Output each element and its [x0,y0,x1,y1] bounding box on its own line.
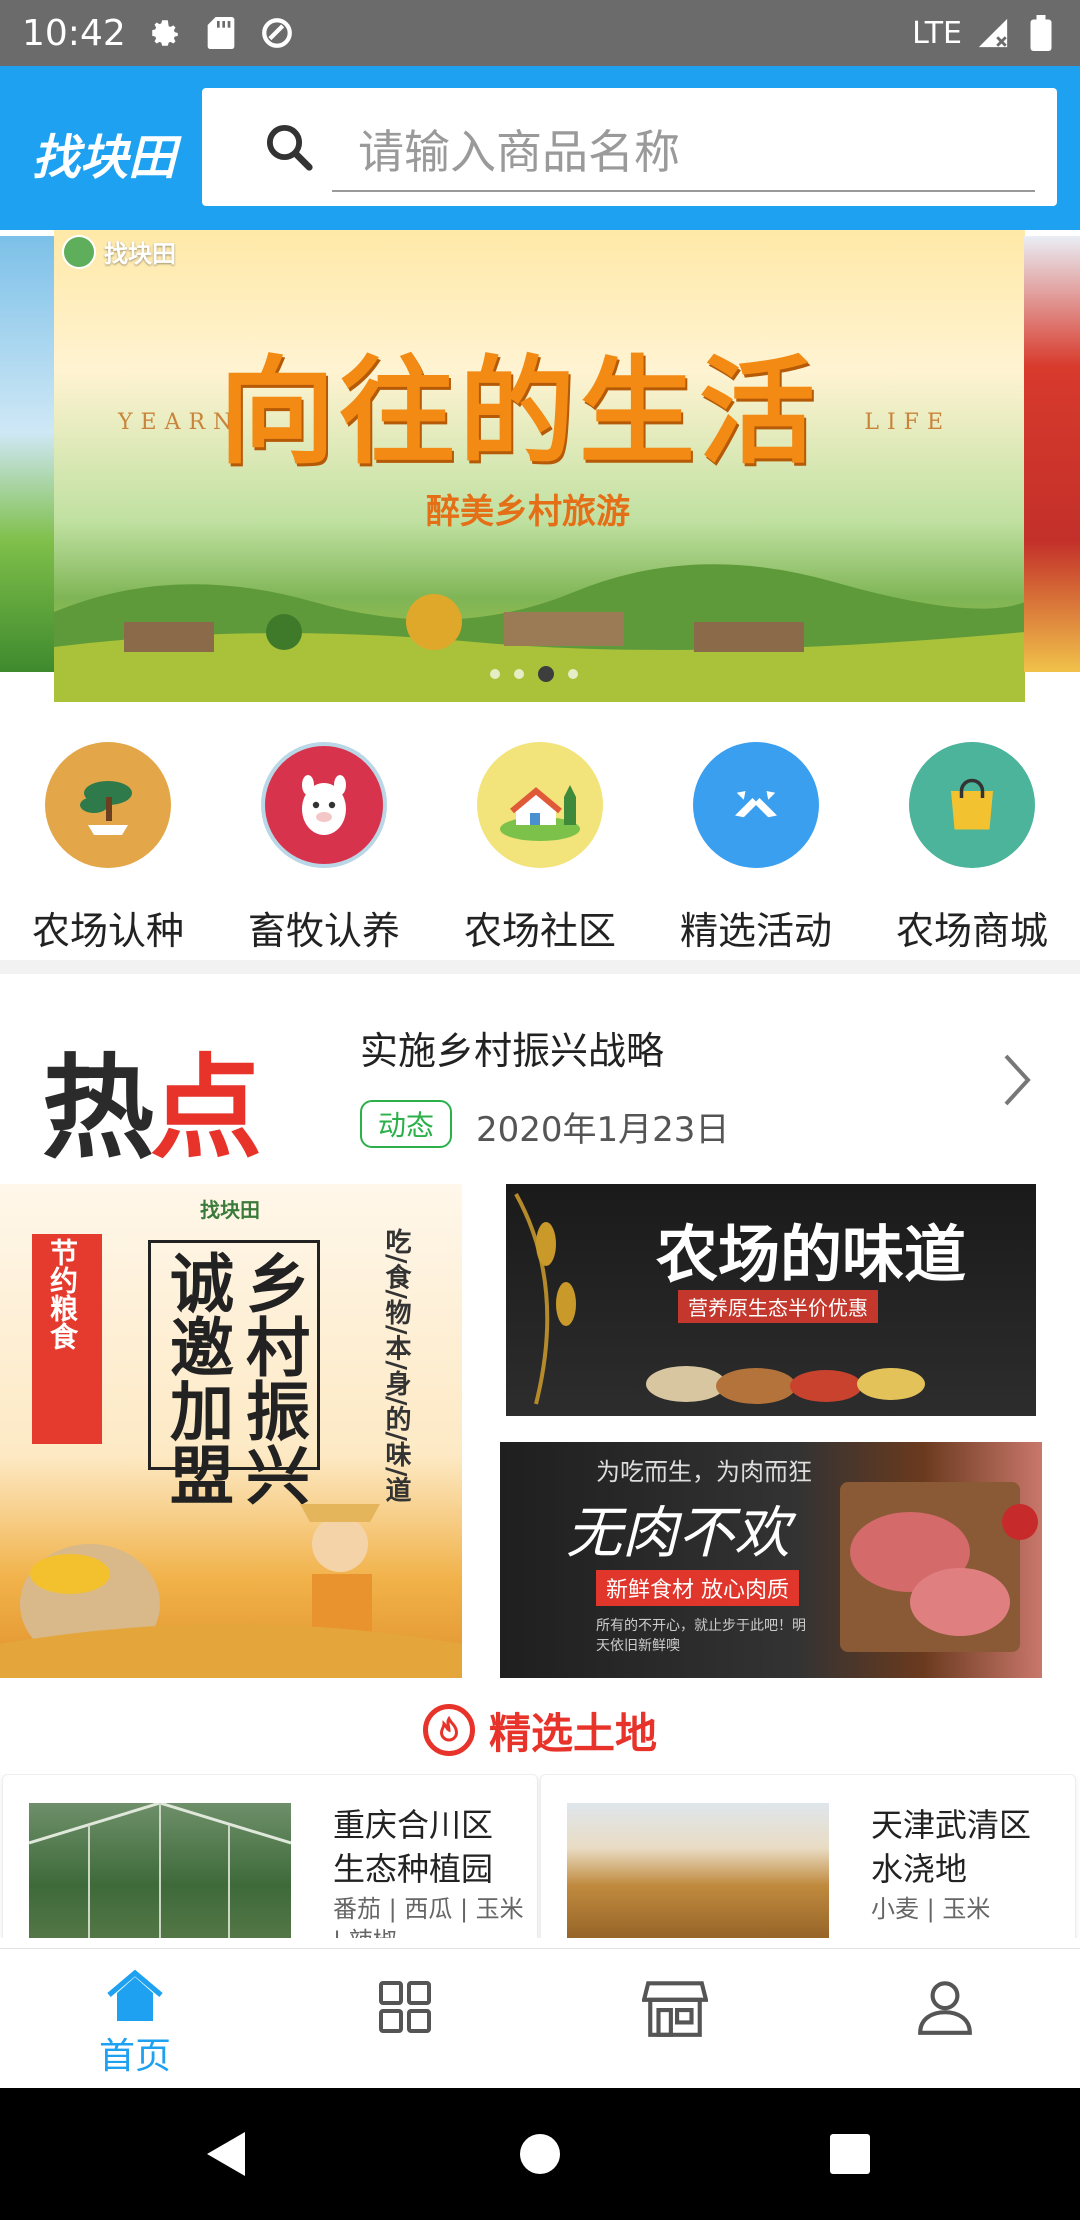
promo2-title: 农场的味道 [656,1218,967,1291]
land-name: 重庆合川区生态种植园 [333,1806,494,1888]
search-input[interactable]: 请输入商品名称 [358,116,680,182]
flags-icon [693,742,819,868]
pager-dot[interactable] [514,669,524,679]
hot-logo: 热点 [42,1018,262,1180]
hot-news-date: 2020年1月23日 [476,1110,730,1150]
chevron-right-icon[interactable] [1002,1052,1032,1108]
bottom-tab-bar: 首页 [0,1948,1080,2088]
promo2-grains-illustration [646,1366,925,1404]
promo-harvest-illustration [0,1504,462,1678]
land-image-wheat [567,1803,829,1938]
banner-next-peek[interactable] [1024,236,1080,672]
land-list: 重庆合川区生态种植园 番茄 | 西瓜 | 玉米 | 辣椒 天津武清区水浇地 小麦… [0,1774,1080,1938]
promo-join-card[interactable]: 找块田 节约粮食 乡村振兴 诚邀加盟 吃/食/物/本/身/的/味/道 [0,1184,462,1678]
promo3-title: 无肉不欢 [566,1501,790,1566]
search-underline [332,190,1035,192]
grid-icon [379,1981,431,2033]
promo-farm-taste-card[interactable]: 农场的味道 营养原生态半价优惠 [506,1184,1036,1416]
land-name: 天津武清区水浇地 [871,1806,1032,1888]
category-community[interactable]: 农场社区 [432,742,648,960]
data-saver-icon [260,16,294,50]
home-circle-icon[interactable] [518,2132,562,2176]
search-box[interactable]: 请输入商品名称 [202,88,1057,206]
home-icon [107,1969,163,2021]
pager-dot-active[interactable] [538,666,554,682]
banner-slide[interactable]: 找块田 YEARN LIFE 向往的生活 醉美乡村旅游 [54,230,1025,702]
category-activities[interactable]: 精选活动 [648,742,864,960]
land-card[interactable]: 天津武清区水浇地 小麦 | 玉米 [540,1774,1076,1938]
system-nav-bar [0,2088,1080,2220]
pager-dot[interactable] [490,669,500,679]
tab-profile[interactable] [810,1949,1080,2088]
promo-line3: 吃/食/物/本/身/的/味/道 [381,1228,411,1503]
selected-land-heading: 精选土地 [0,1700,1080,1760]
banner-pager [490,666,578,682]
category-label: 畜牧认养 [247,909,400,953]
promo-badge: 节约粮食 [46,1238,79,1350]
status-bar: 10:42 LTE [0,0,1080,66]
promo-line1: 诚邀加盟 [159,1250,234,1506]
section-divider [0,960,1080,974]
status-time: 10:42 [22,12,126,54]
tab-categories[interactable] [270,1949,540,2088]
land-image-greenhouse [28,1801,292,1938]
category-label: 农场商城 [895,909,1048,953]
app-header: 找块田 请输入商品名称 [0,66,1080,230]
selected-land-title: 精选土地 [488,1708,657,1758]
sd-card-icon [204,16,238,50]
back-icon[interactable] [205,2130,247,2178]
wheat-decoration-icon [514,1193,576,1405]
category-label: 农场社区 [463,909,616,953]
pager-dot[interactable] [568,669,578,679]
hot-news-row[interactable]: 热点 实施乡村振兴战略 动态 2020年1月23日 [0,974,1080,1174]
category-label: 精选活动 [679,909,832,953]
category-label: 农场认种 [31,909,184,953]
recents-icon[interactable] [830,2134,870,2174]
fire-icon [422,1704,475,1756]
promo3-meat-illustration [840,1482,1038,1652]
battery-icon [1024,15,1058,51]
land-crops: 番茄 | 西瓜 | 玉米 | 辣椒 [333,1895,524,1938]
promo-brand: 找块田 [200,1198,260,1222]
promo2-sub: 营养原生态半价优惠 [678,1290,878,1323]
category-mall[interactable]: 农场商城 [864,742,1080,960]
tab-home-label: 首页 [98,2036,171,2077]
house-icon [477,742,603,868]
shopping-bag-icon [909,742,1035,868]
banner-prev-peek[interactable] [0,236,54,672]
promo3-top: 为吃而生，为肉而狂 [596,1458,812,1486]
promo3-sub: 新鲜食材 放心肉质 [596,1570,799,1606]
banner-brand-text: 找块田 [104,240,176,268]
user-icon [918,1981,972,2035]
category-farm-plant[interactable]: 农场认种 [0,742,216,960]
banner-right-word: LIFE [864,410,951,435]
hot-logo-char: 热 [42,1044,154,1174]
tab-store[interactable] [540,1949,810,2088]
brand-logo-icon [62,234,96,269]
tab-home[interactable]: 首页 [0,1949,270,2088]
network-type: LTE [912,15,962,51]
bonsai-icon [45,742,171,868]
land-card[interactable]: 重庆合川区生态种植园 番茄 | 西瓜 | 玉米 | 辣椒 [2,1774,538,1938]
hot-logo-char-red: 点 [150,1044,262,1174]
banner-carousel[interactable]: 找块田 YEARN LIFE 向往的生活 醉美乡村旅游 [0,230,1080,702]
category-livestock[interactable]: 畜牧认养 [216,742,432,960]
category-row: 农场认种 畜牧认养 农场社区 精选活动 农场商城 [0,742,1080,960]
banner-title: 向往的生活 [219,344,819,480]
app-logo: 找块田 [32,130,177,186]
banner-brand: 找块田 [62,234,176,269]
land-crops: 小麦 | 玉米 [871,1895,991,1923]
promo3-note: 所有的不开心，就止步于此吧！明天依旧新鲜噢 [596,1618,806,1654]
banner-subtitle: 醉美乡村旅游 [426,492,630,532]
store-icon [642,1981,708,2037]
promo-line2: 乡村振兴 [235,1250,310,1506]
alpaca-icon [261,742,387,868]
promo-meat-card[interactable]: 为吃而生，为肉而狂 无肉不欢 新鲜食材 放心肉质 所有的不开心，就止步于此吧！明… [500,1442,1042,1678]
hot-news-title[interactable]: 实施乡村振兴战略 [360,1020,664,1075]
search-icon [266,124,313,171]
signal-icon [976,16,1010,50]
settings-gear-icon [148,16,182,50]
hot-news-tag: 动态 [360,1100,453,1148]
